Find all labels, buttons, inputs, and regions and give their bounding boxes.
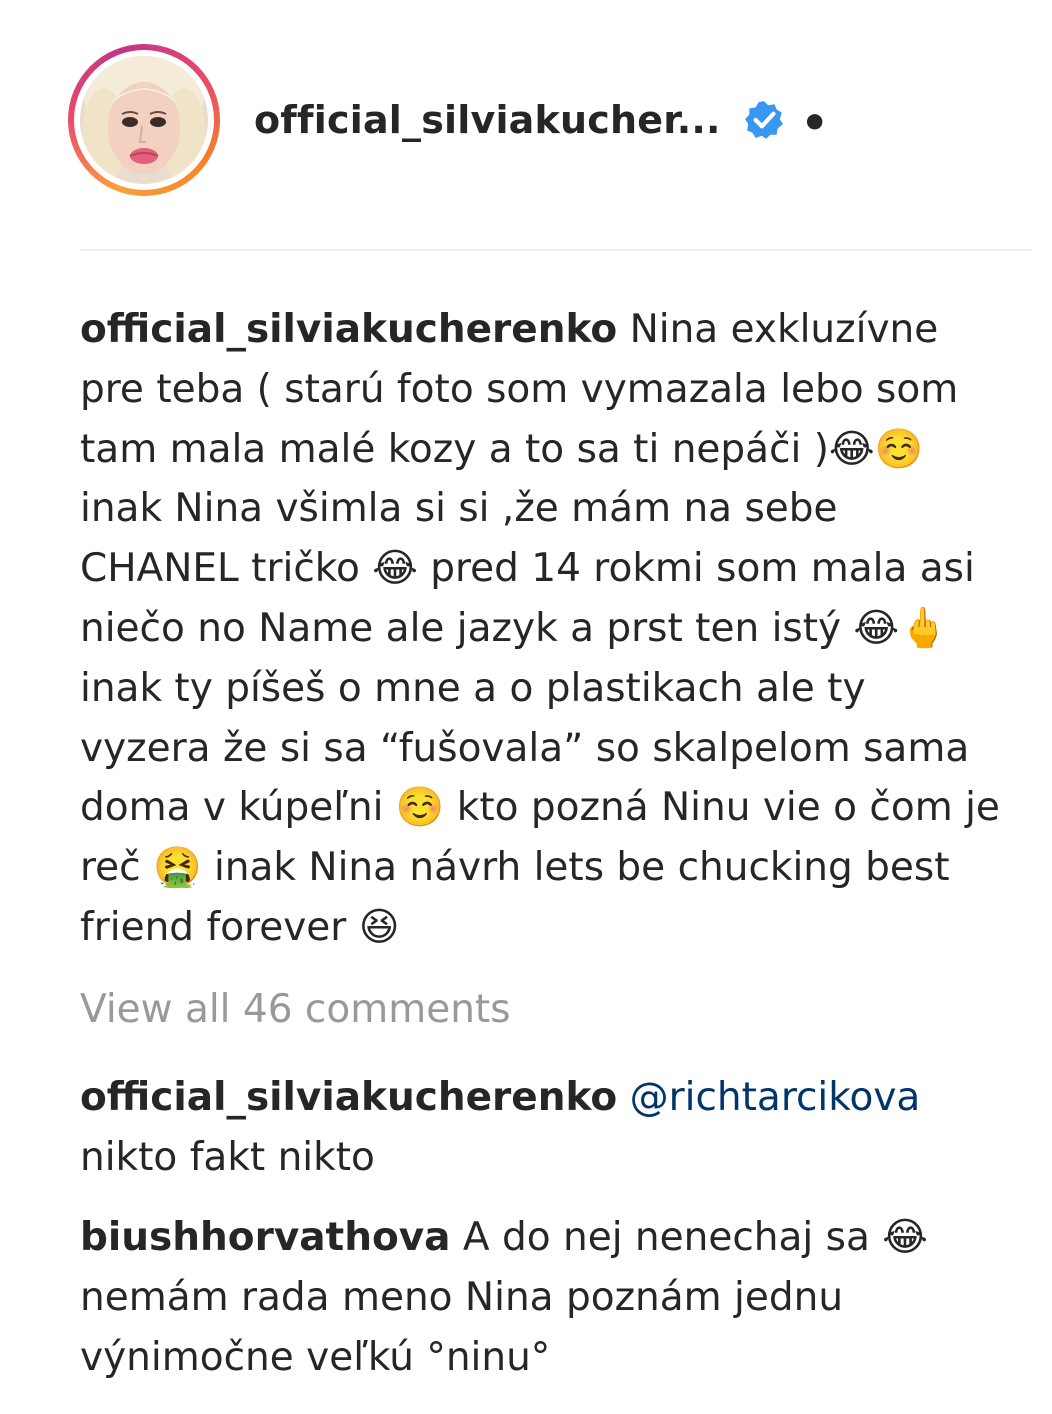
view-all-comments-link[interactable]: View all 46 comments — [80, 980, 511, 1040]
comment-item: official_silviakucherenko @richtarcikova… — [80, 1068, 1000, 1188]
caption-username[interactable]: official_silviakucherenko — [80, 307, 617, 352]
header-separator: • — [800, 98, 829, 149]
avatar-gap — [74, 50, 214, 190]
comment-item: biushhorvathova A do nej nenechaj sa 😂ne… — [80, 1208, 1000, 1387]
caption-text: Nina exkluzívne pre teba ( starú foto so… — [80, 307, 1000, 950]
post-caption: official_silviakucherenko Nina exkluzívn… — [80, 300, 1000, 958]
header-username[interactable]: official_silviakucher... — [254, 98, 721, 142]
comment-username[interactable]: official_silviakucherenko — [80, 1075, 617, 1120]
comment-text: nikto fakt nikto — [80, 1134, 375, 1180]
divider — [80, 249, 1032, 251]
avatar-story-ring[interactable] — [68, 44, 220, 196]
avatar[interactable] — [80, 56, 208, 184]
comment-mention[interactable]: @richtarcikova — [630, 1075, 921, 1120]
verified-badge-icon — [744, 101, 783, 139]
comment-username[interactable]: biushhorvathova — [80, 1215, 451, 1260]
post-header: official_silviakucher... • — [68, 44, 1028, 196]
